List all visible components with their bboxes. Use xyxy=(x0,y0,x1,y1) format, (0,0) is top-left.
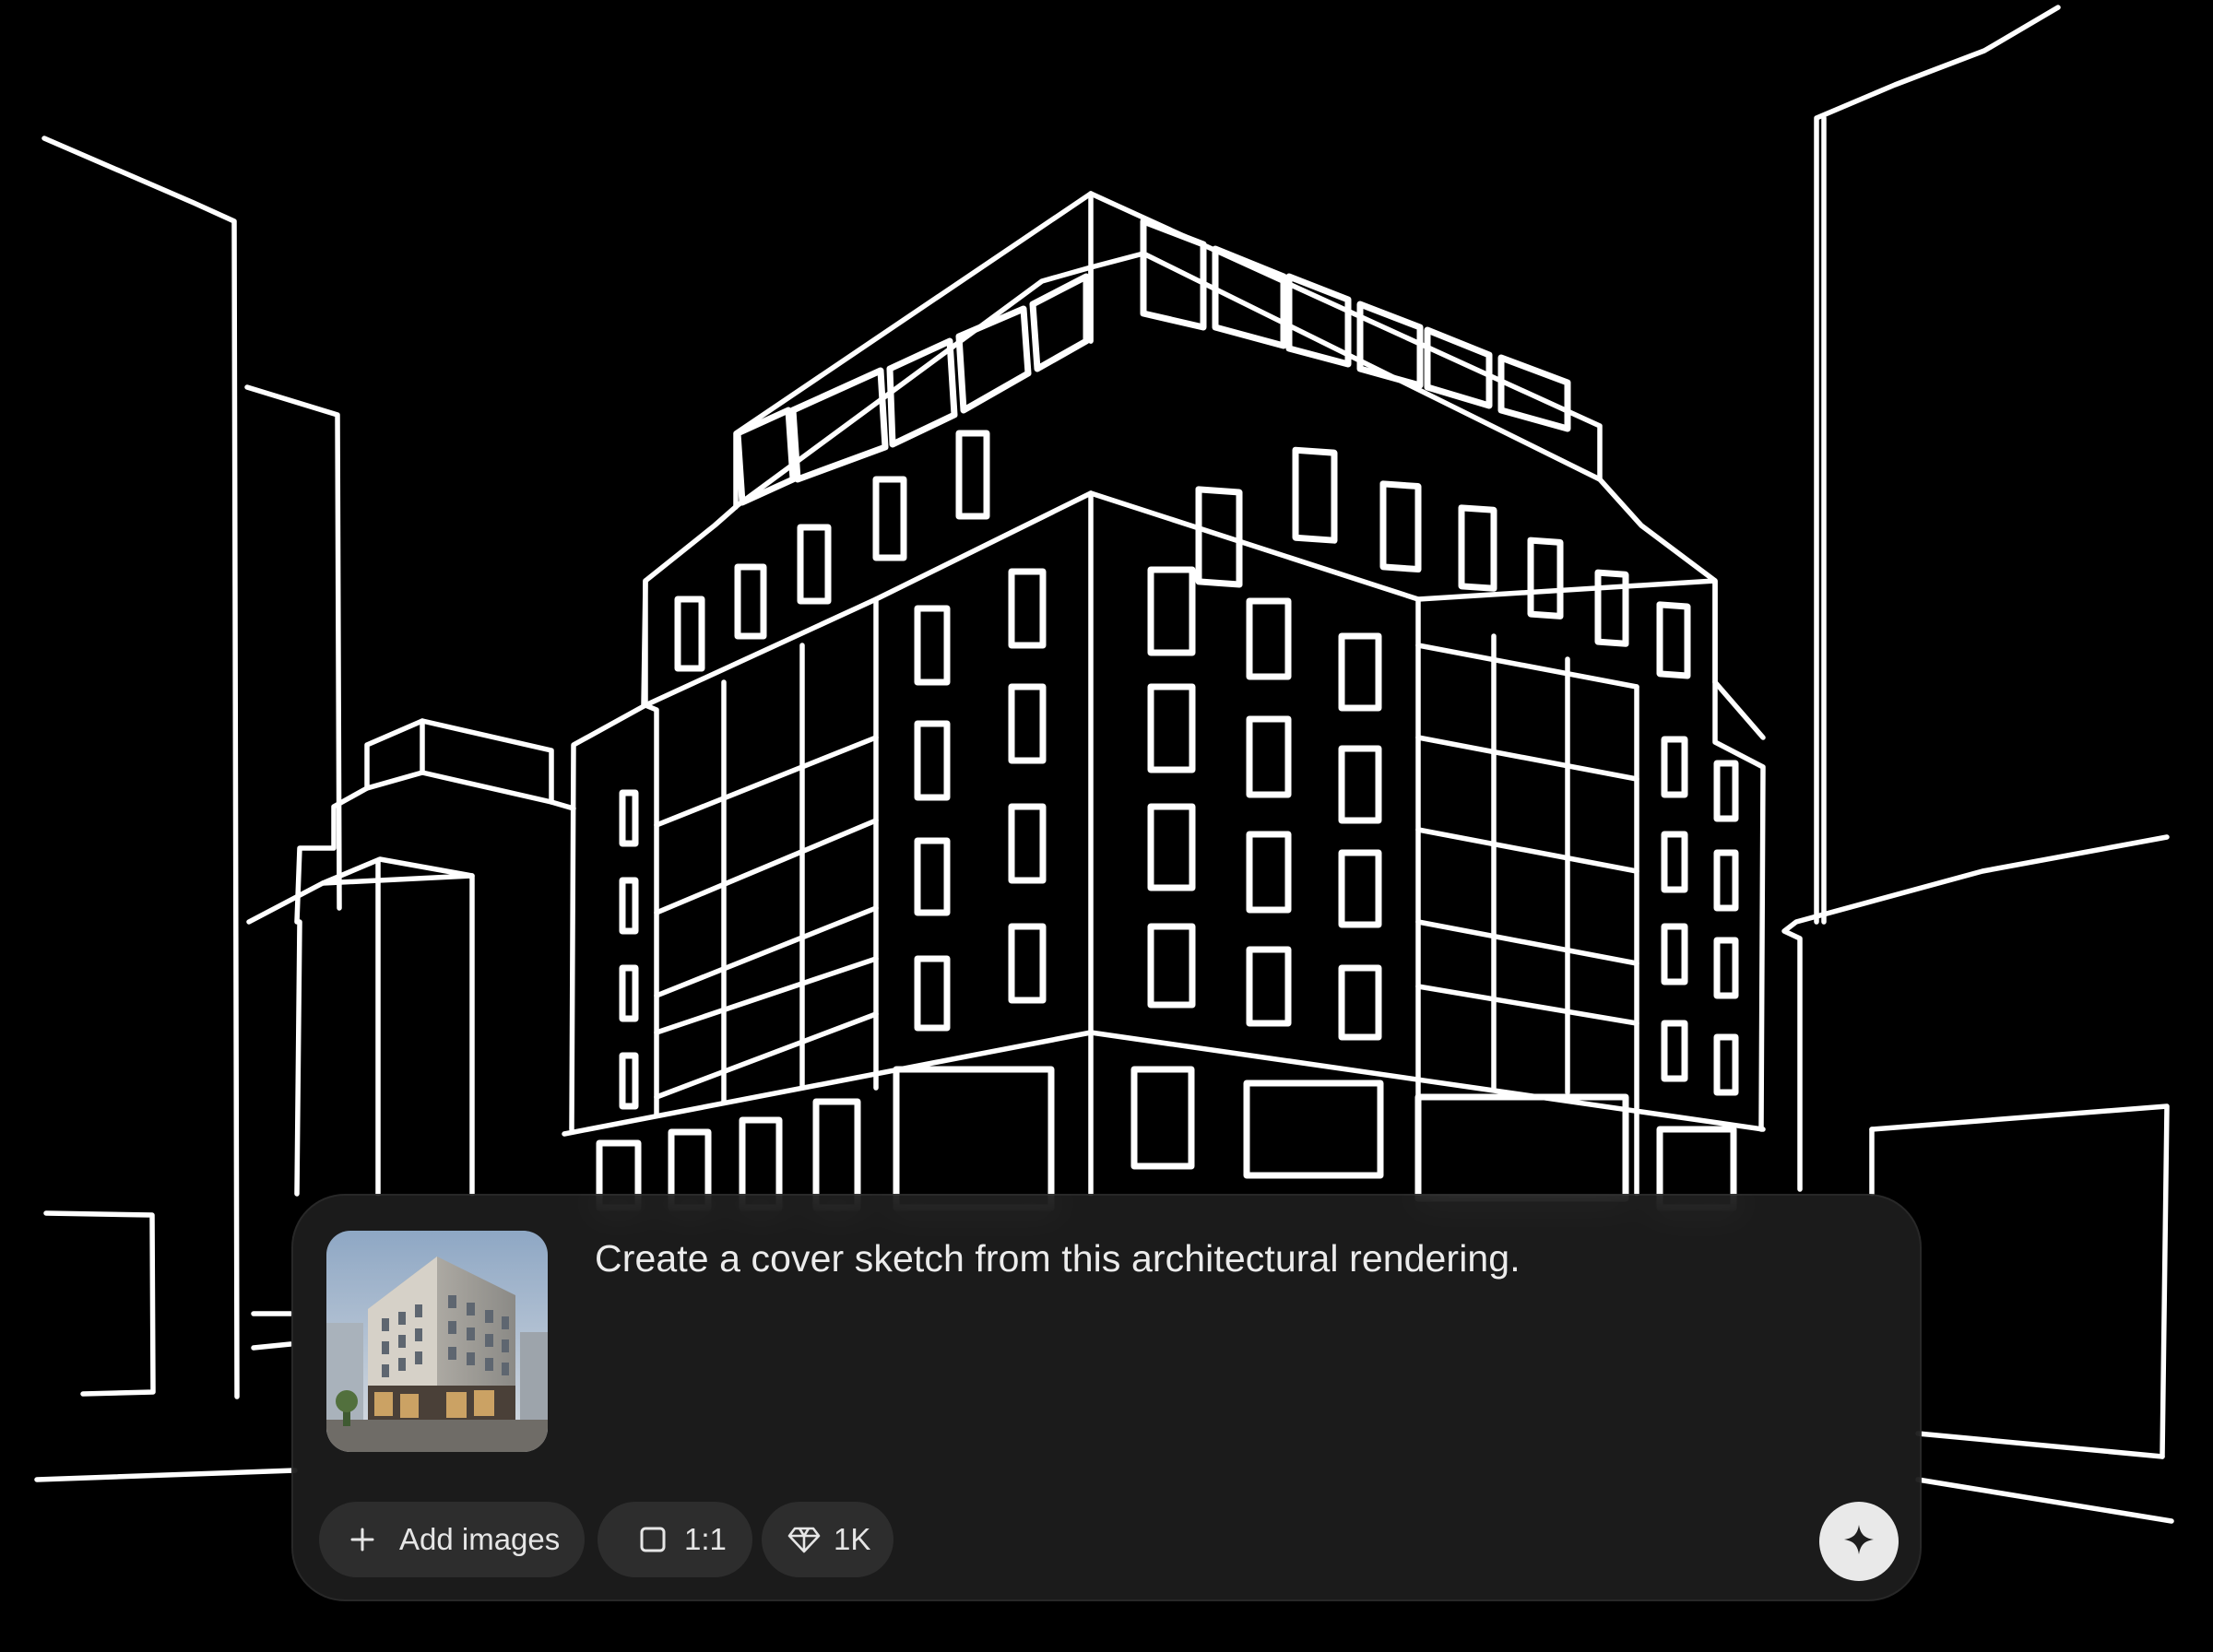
building-rendering-image xyxy=(326,1231,548,1452)
plus-icon xyxy=(346,1527,379,1552)
diamond-icon xyxy=(786,1525,822,1554)
add-images-button[interactable]: Add images xyxy=(319,1502,585,1577)
generate-button[interactable] xyxy=(1819,1502,1899,1581)
square-icon xyxy=(636,1525,669,1554)
resolution-button[interactable]: 1K xyxy=(762,1502,893,1577)
sparkle-icon xyxy=(1842,1523,1876,1561)
aspect-ratio-button[interactable]: 1:1 xyxy=(598,1502,752,1577)
prompt-text[interactable]: Create a cover sketch from this architec… xyxy=(595,1237,1521,1280)
attachment-thumbnail[interactable] xyxy=(326,1231,548,1452)
prompt-composer: Create a cover sketch from this architec… xyxy=(291,1194,1922,1601)
resolution-label: 1K xyxy=(834,1522,871,1556)
add-images-label: Add images xyxy=(399,1522,561,1556)
aspect-ratio-label: 1:1 xyxy=(684,1522,727,1556)
